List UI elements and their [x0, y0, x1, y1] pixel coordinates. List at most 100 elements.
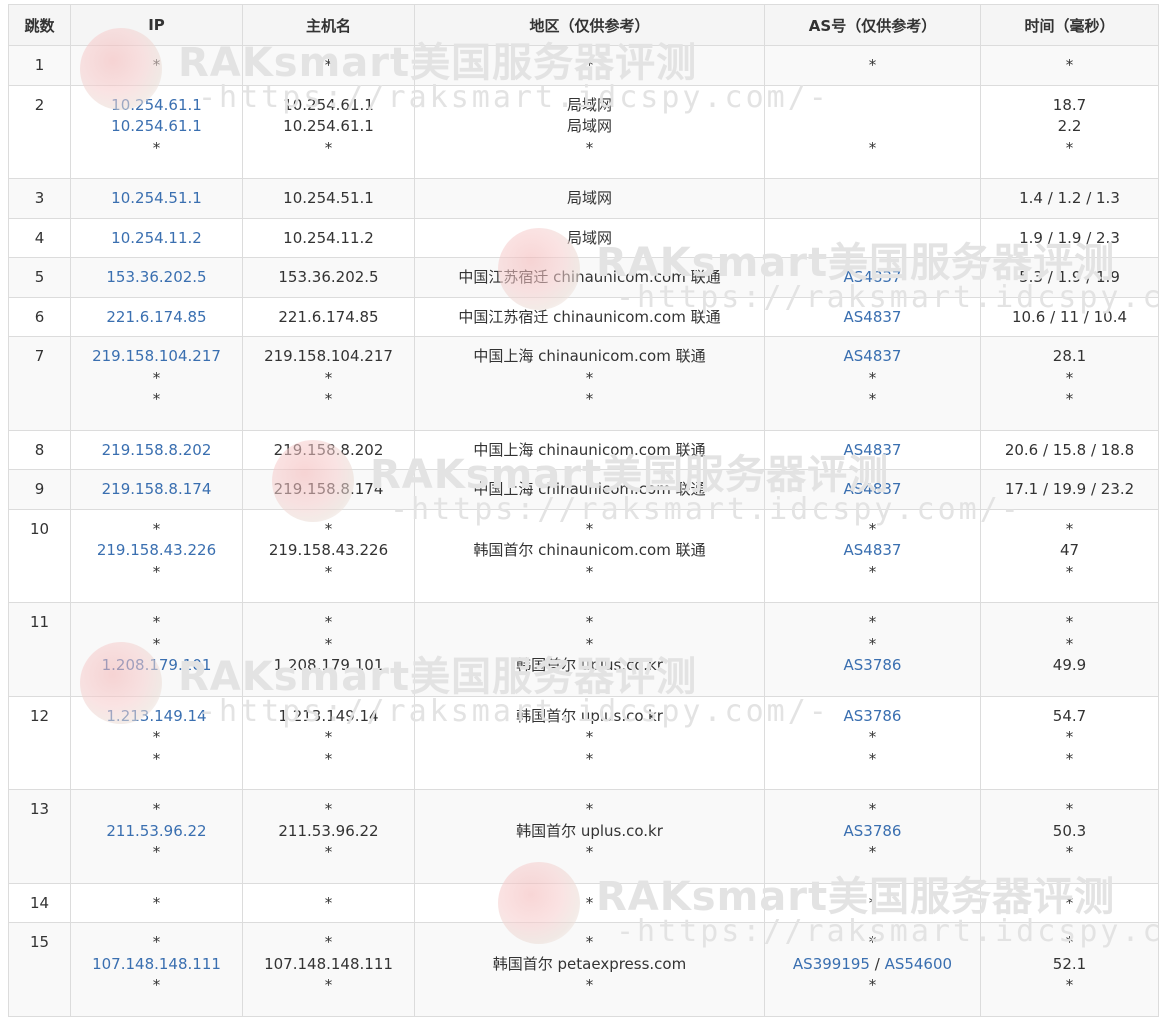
as-line: * — [769, 932, 976, 954]
as-line: AS4837 — [769, 307, 976, 329]
as-line: * — [769, 975, 976, 997]
hop-number: 10 — [29, 519, 50, 538]
table-row: 13 * 211.53.96.22 * * 211.53.96.22 * * 韩国首尔 uplu… — [8, 789, 1159, 884]
as-number: * — [868, 634, 877, 653]
time-value: 18.7 — [1052, 95, 1087, 114]
ip-address-link[interactable]: 107.148.148.111 — [75, 954, 238, 976]
ip-address-link[interactable]: 219.158.43.226 — [75, 540, 238, 562]
as-line: * — [769, 368, 976, 390]
table-row: 9 219.158.8.174 219.158.8.174 中国上海 chinauni… — [8, 469, 1159, 510]
time-cell: 18.7 2.2 * — [980, 84, 1159, 179]
region-text: 局域网 — [566, 95, 612, 114]
table-row: 1 * * * * * — [8, 45, 1159, 86]
region-cell: * * 韩国首尔 uplus.co.kr — [414, 602, 765, 697]
time-cell: * 47 * — [980, 508, 1159, 603]
ip-address-link[interactable]: 10.254.11.2 — [75, 228, 238, 250]
as-cell — [764, 178, 981, 219]
as-number-link[interactable]: AS4837 — [844, 347, 902, 365]
as-line: * — [769, 799, 976, 821]
ip-address-link[interactable]: 10.254.51.1 — [75, 188, 238, 210]
hop-cell: 12 — [8, 695, 71, 790]
as-number-link[interactable]: AS54600 — [885, 955, 953, 973]
time-value: * — [1065, 749, 1074, 768]
time-value: 50.3 — [1052, 821, 1087, 840]
as-line: * — [769, 389, 976, 411]
time-cell: * 50.3 * — [980, 789, 1159, 884]
ip-address-link[interactable]: 219.158.104.217 — [75, 346, 238, 368]
ip-address-link[interactable]: 10.254.61.1 — [75, 116, 238, 138]
time-value: 5.3 / 1.9 / 1.9 — [1019, 268, 1120, 286]
hostname: * — [324, 613, 333, 631]
hostname: 219.158.43.226 — [268, 541, 389, 559]
hop-number: 6 — [34, 307, 45, 326]
region-cell: * — [414, 45, 765, 86]
header-row: 跳数 IP 主机名 地区（仅供参考） AS号（仅供参考） 时间（毫秒） — [8, 4, 1159, 46]
ip-address-link[interactable]: 1.208.179.101 — [75, 655, 238, 677]
as-line: AS4837 — [769, 479, 976, 501]
as-line — [769, 116, 976, 138]
ip-address-link[interactable]: 221.6.174.85 — [75, 307, 238, 329]
hostname: * — [324, 976, 333, 994]
region-text: 韩国首尔 chinaunicom.com 联通 — [473, 541, 706, 559]
as-line — [769, 228, 976, 250]
as-number-link[interactable]: AS399195 — [793, 955, 870, 973]
hostname-cell: 153.36.202.5 — [242, 257, 415, 298]
ip-address-link[interactable]: 153.36.202.5 — [75, 267, 238, 289]
as-line: * — [769, 55, 976, 77]
hop-cell: 6 — [8, 296, 71, 337]
ip-address: * — [152, 562, 161, 581]
as-number-link[interactable]: AS3786 — [844, 656, 902, 674]
time-cell: 10.6 / 11 / 10.4 — [980, 296, 1159, 337]
time-value: 47 — [1059, 541, 1080, 559]
region-text: * — [585, 843, 594, 861]
as-number: * — [868, 933, 877, 951]
ip-address: * — [152, 634, 161, 653]
ip-address-link[interactable]: 219.158.8.174 — [75, 479, 238, 501]
table-row: 6 221.6.174.85 221.6.174.85 中国江苏宿迁 chinauni… — [8, 296, 1159, 337]
hostname: * — [324, 749, 333, 768]
region-text: * — [585, 562, 594, 581]
region-text: * — [585, 613, 594, 631]
as-number-link[interactable]: AS4837 — [844, 268, 902, 286]
ip-address-link[interactable]: 10.254.61.1 — [75, 95, 238, 117]
as-cell: * * AS3786 — [764, 602, 981, 697]
as-number-link[interactable]: AS3786 — [844, 707, 902, 725]
hostname: * — [324, 800, 333, 818]
as-number-link[interactable]: AS3786 — [844, 822, 902, 840]
region-text: 韩国首尔 uplus.co.kr — [516, 656, 663, 674]
hostname: 211.53.96.22 — [278, 821, 379, 840]
ip-cell: * 211.53.96.22 * — [70, 789, 243, 884]
traceroute-container: 跳数 IP 主机名 地区（仅供参考） AS号（仅供参考） 时间（毫秒） 1 * * *… — [8, 4, 1159, 1017]
table-row: 14 * * * * * — [8, 882, 1159, 923]
as-number-link[interactable]: AS4837 — [844, 541, 902, 559]
time-value: * — [1065, 728, 1074, 746]
region-text: * — [585, 728, 594, 746]
as-number-link[interactable]: AS4837 — [844, 480, 902, 498]
ip-address-link[interactable]: 211.53.96.22 — [75, 821, 238, 843]
ip-cell: 1.213.149.14 * * — [70, 695, 243, 790]
as-cell: * — [764, 84, 981, 179]
as-number: * — [868, 728, 877, 746]
as-number: * — [868, 749, 877, 768]
ip-address-link[interactable]: 219.158.8.202 — [75, 440, 238, 462]
ip-address: * — [152, 519, 161, 538]
as-number: * — [868, 138, 877, 157]
ip-address-link[interactable]: 1.213.149.14 — [75, 706, 238, 728]
header-hop: 跳数 — [8, 4, 71, 46]
table-body: 1 * * * * * 2 10.254.61.1 10.254.61.1 * 10.254.61.… — [8, 45, 1159, 1017]
region-text: * — [585, 976, 594, 994]
as-number-link[interactable]: AS4837 — [844, 308, 902, 326]
hop-number: 13 — [29, 800, 50, 818]
header-ip: IP — [70, 4, 243, 46]
as-number-link[interactable]: AS4837 — [844, 441, 902, 459]
as-line: * — [769, 562, 976, 584]
hostname-cell: 10.254.11.2 — [242, 217, 415, 258]
as-cell: AS4837 — [764, 429, 981, 470]
hostname: 10.254.61.1 — [283, 117, 374, 135]
region-text: * — [585, 390, 594, 408]
as-cell: AS4837 — [764, 469, 981, 510]
hostname: * — [324, 893, 333, 912]
time-cell: 1.4 / 1.2 / 1.3 — [980, 178, 1159, 219]
time-value: 52.1 — [1052, 954, 1087, 973]
hostname-cell: * 107.148.148.111 * — [242, 922, 415, 1017]
